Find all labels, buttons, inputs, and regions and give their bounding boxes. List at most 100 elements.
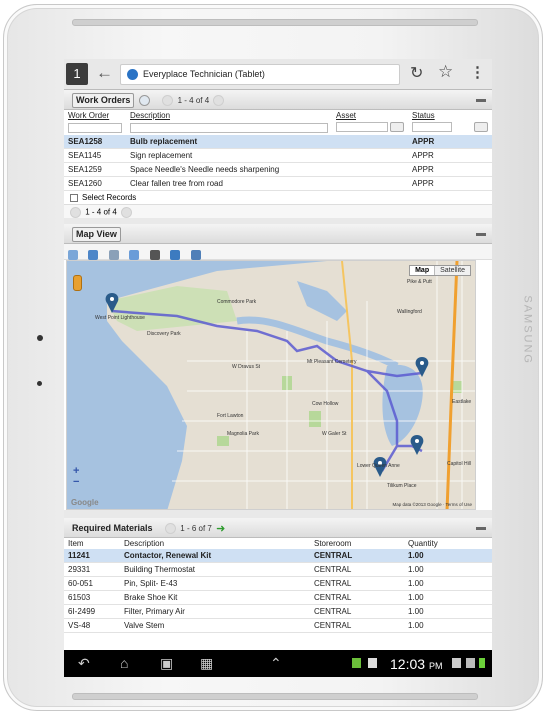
previous-page-icon[interactable] <box>162 95 174 107</box>
work-order-asset <box>332 148 408 163</box>
refresh-icon[interactable] <box>129 249 140 260</box>
material-description: Pin, Split- E-43 <box>120 576 310 591</box>
table-row[interactable]: VS-48 Valve Stem CENTRAL 1.00 <box>64 618 492 633</box>
asset-lookup-icon[interactable] <box>390 122 404 132</box>
map-canvas[interactable]: Map Satellite West Point Lighthouse Comm… <box>66 260 476 510</box>
previous-page-icon[interactable] <box>165 523 177 535</box>
material-storeroom: CENTRAL <box>310 562 404 577</box>
tablet-device: SAMSUNG 1 ← Everyplace Technician (Table… <box>3 4 543 711</box>
next-page-arrow-icon[interactable]: ➜ <box>216 519 225 539</box>
material-quantity: 1.00 <box>404 604 492 619</box>
speaker-grille-bottom <box>72 693 478 700</box>
column-description[interactable]: Description <box>120 538 310 549</box>
footer-pager-label: 1 - 4 of 4 <box>85 207 117 217</box>
marker-icon[interactable] <box>149 249 160 260</box>
back-icon[interactable]: ↶ <box>78 655 90 672</box>
table-row[interactable]: 61503 Brake Shoe Kit CENTRAL 1.00 <box>64 590 492 605</box>
material-storeroom: CENTRAL <box>310 618 404 633</box>
column-description[interactable]: Description <box>126 110 332 121</box>
work-order-status: APPR <box>408 135 492 149</box>
column-asset[interactable]: Asset <box>332 110 408 121</box>
work-order-status: APPR <box>408 162 492 177</box>
zoom-out-icon[interactable]: − <box>73 477 79 488</box>
tab-switcher-button[interactable]: 1 <box>66 63 88 85</box>
tablet-screen: 1 ← Everyplace Technician (Tablet) ↻ ☆ ⋮… <box>64 59 492 677</box>
map-label: W Galer St <box>322 431 347 437</box>
table-row[interactable]: SEA1145 Sign replacement APPR <box>64 148 492 163</box>
map-label: Magnolia Park <box>227 431 259 437</box>
work-order-id[interactable]: SEA1145 <box>64 148 126 163</box>
table-row[interactable]: 29331 Building Thermostat CENTRAL 1.00 <box>64 562 492 577</box>
select-records-checkbox[interactable] <box>70 193 78 202</box>
select-records-toggle[interactable]: Select Records <box>64 191 492 204</box>
map-section: Map Satellite West Point Lighthouse Comm… <box>64 244 492 510</box>
recent-apps-icon[interactable]: ▣ <box>160 655 173 672</box>
table-row[interactable]: SEA1258 Bulb replacement APPR <box>64 135 492 149</box>
address-bar[interactable]: Everyplace Technician (Tablet) <box>120 64 400 85</box>
bookmark-star-icon[interactable]: ☆ <box>438 62 453 82</box>
airplane-icon <box>466 658 475 668</box>
status-filter-input[interactable] <box>412 122 452 132</box>
map-label: Tilikum Place <box>387 483 417 489</box>
overflow-menu-icon[interactable]: ⋮ <box>470 63 485 81</box>
work-order-id[interactable]: SEA1260 <box>64 176 126 191</box>
work-order-filter-input[interactable] <box>68 123 122 133</box>
street-view-pegman-icon[interactable] <box>73 275 82 291</box>
browser-toolbar: 1 ← Everyplace Technician (Tablet) ↻ ☆ ⋮ <box>64 59 492 90</box>
status-lookup-icon[interactable] <box>474 122 488 132</box>
pan-icon[interactable] <box>88 249 99 260</box>
map-label: Fort Lawton <box>217 413 244 419</box>
chevron-up-icon[interactable]: ⌃ <box>270 655 282 672</box>
table-row[interactable]: SEA1260 Clear fallen tree from road APPR <box>64 176 492 191</box>
next-page-icon[interactable] <box>121 207 133 218</box>
image-notification-icon[interactable] <box>368 658 377 668</box>
layers-icon[interactable] <box>108 249 119 260</box>
work-order-id[interactable]: SEA1259 <box>64 162 126 177</box>
route-icon[interactable] <box>170 249 181 260</box>
column-status[interactable]: Status <box>408 110 492 121</box>
locate-icon[interactable] <box>68 249 78 260</box>
screenshot-icon[interactable]: ▦ <box>200 655 213 672</box>
asset-filter-input[interactable] <box>336 122 388 132</box>
web-page: Work Orders 1 - 4 of 4 ▬ Work Order Desc… <box>64 90 492 650</box>
section-divider <box>64 510 492 518</box>
minimize-icon[interactable]: ▬ <box>476 518 486 538</box>
material-description: Brake Shoe Kit <box>120 590 310 605</box>
column-work-order[interactable]: Work Order <box>64 110 126 121</box>
column-storeroom[interactable]: Storeroom <box>310 538 404 549</box>
description-filter-input[interactable] <box>130 123 328 133</box>
app-notification-icon[interactable] <box>352 658 361 668</box>
map-label: Discovery Park <box>147 331 181 337</box>
previous-page-icon[interactable] <box>70 207 81 218</box>
map-type-map-button[interactable]: Map <box>410 266 435 275</box>
minimize-icon[interactable]: ▬ <box>476 90 486 110</box>
map-copyright[interactable]: Map data ©2013 Google · Terms of Use <box>392 502 472 507</box>
reload-icon[interactable]: ↻ <box>410 63 423 83</box>
expand-icon[interactable] <box>190 249 201 260</box>
column-quantity[interactable]: Quantity <box>404 538 492 549</box>
work-order-asset <box>332 135 408 149</box>
map-type-satellite-button[interactable]: Satellite <box>434 266 470 275</box>
table-row[interactable]: 60-051 Pin, Split- E-43 CENTRAL 1.00 <box>64 576 492 591</box>
work-order-id[interactable]: SEA1258 <box>64 135 126 149</box>
map-label: Lower Queen Anne <box>357 463 400 469</box>
back-arrow-icon[interactable]: ← <box>96 63 113 83</box>
home-icon[interactable]: ⌂ <box>120 655 128 671</box>
map-label: Wallingford <box>397 309 422 315</box>
table-row[interactable]: 6I-2499 Filter, Primary Air CENTRAL 1.00 <box>64 604 492 619</box>
table-row[interactable]: SEA1259 Space Needle's Needle needs shar… <box>64 162 492 177</box>
minimize-icon[interactable]: ▬ <box>476 224 486 244</box>
work-orders-title[interactable]: Work Orders <box>72 93 135 108</box>
map-view-title[interactable]: Map View <box>72 227 121 242</box>
map-graphic <box>67 261 475 509</box>
search-icon[interactable] <box>138 95 150 107</box>
work-order-description: Sign replacement <box>126 148 332 163</box>
table-row[interactable]: 11241 Contactor, Renewal Kit CENTRAL 1.0… <box>64 549 492 563</box>
required-materials-table: Item Description Storeroom Quantity 1124… <box>64 538 492 633</box>
filter-cell <box>408 121 492 135</box>
work-orders-footer-pager: 1 - 4 of 4 <box>64 204 492 218</box>
site-favicon-icon <box>127 69 138 80</box>
column-item[interactable]: Item <box>64 538 120 549</box>
next-page-icon[interactable] <box>213 95 225 107</box>
map-view-header: Map View ▬ <box>64 224 492 244</box>
